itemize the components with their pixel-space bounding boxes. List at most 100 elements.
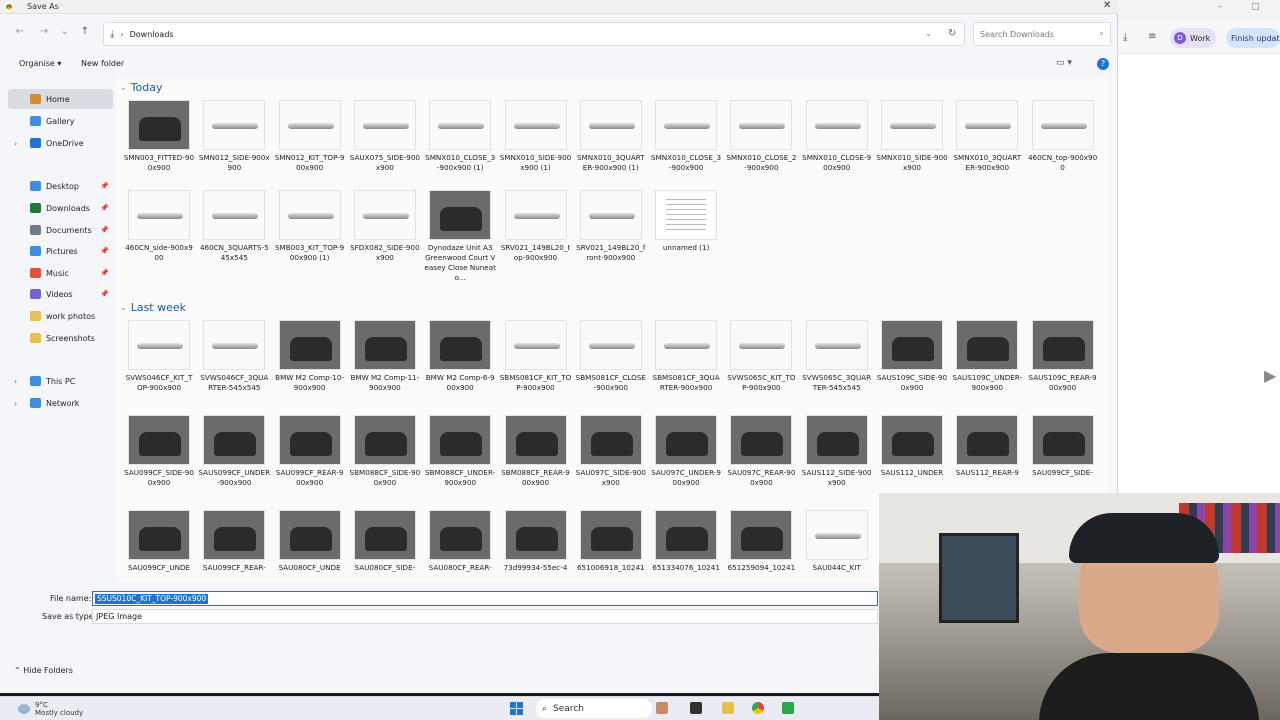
file-item[interactable]: SFDX082_SIDE-900x900 [349,190,421,263]
file-item[interactable]: SVWS046CF_KIT_TOP-900x900 [123,320,195,393]
hide-folders-button[interactable]: ⌃ Hide Folders [14,666,73,675]
sidebar-item-this-pc[interactable]: › This PC [0,371,114,391]
recent-dropdown-icon[interactable]: ⌄ [58,26,72,40]
group-header[interactable]: ⌄ Last week [120,301,186,314]
file-item[interactable]: SRV021_149BL20_top-900x900 [500,190,572,263]
weather-widget[interactable]: 9°C Mostly cloudy [18,701,83,717]
file-item[interactable]: SMNX010_3QUARTER-900x900 (1) [575,100,647,173]
file-item[interactable]: SMB003_KIT_TOP-900x900 (1) [274,190,346,263]
file-item[interactable]: SAU080CF_REAR- [424,510,496,573]
file-item[interactable]: SVWS046CF_3QUARTER-545x545 [198,320,270,393]
file-item[interactable]: SAUS109C_UNDER-900x900 [951,320,1023,393]
sidebar-item-home[interactable]: Home [8,89,113,109]
help-icon[interactable]: ? [1097,58,1109,70]
file-item[interactable]: SMNX010_CLOSE_3-900x900 (1) [424,100,496,173]
sidebar-item-gallery[interactable]: Gallery [0,111,114,131]
file-item[interactable]: SMN012_SIDE-900x900 [198,100,270,173]
file-item[interactable]: SMNX010_CLOSE_3-900x900 [650,100,722,173]
breadcrumb[interactable]: Downloads [130,30,174,39]
file-item[interactable]: SAU044C_KIT [801,510,873,573]
file-explorer-icon[interactable] [722,702,734,714]
close-icon[interactable]: ✕ [1103,0,1111,11]
file-item[interactable]: SAU097C_UNDER-900x900 [650,415,722,488]
file-item[interactable]: SMNX010_CLOSE_2-900x900 [725,100,797,173]
file-item[interactable]: SAUS112_SIDE-900x900 [801,415,873,488]
sidebar-item-work-photos[interactable]: work photos [0,306,114,326]
sidebar-item-onedrive[interactable]: › OneDrive [0,133,114,153]
up-arrow-icon[interactable]: ↑ [78,26,92,40]
file-item[interactable]: BMW M2 Comp-6-900x900 [424,320,496,393]
file-item[interactable]: 73d99934-55ec-4 [500,510,572,573]
sidebar-item-videos[interactable]: Videos 📌 [0,284,114,304]
chevron-right-icon[interactable]: › [120,30,123,39]
app-icon[interactable] [782,702,794,714]
forward-arrow-icon[interactable]: → [37,26,51,40]
file-item[interactable]: BMW M2 Comp-10-900x900 [274,320,346,393]
task-view-icon[interactable] [690,702,702,714]
file-item[interactable]: SMNX010_CLOSE-900x900 [801,100,873,173]
playlist-icon[interactable]: ≡ [1148,31,1156,42]
file-item[interactable]: SBMS081CF_KIT_TOP-900x900 [500,320,572,393]
file-item[interactable]: SBM088CF_SIDE-900x900 [349,415,421,488]
file-item[interactable]: SAU097C_SIDE-900x900 [575,415,647,488]
file-item[interactable]: 651259094_10241 [725,510,797,573]
file-item[interactable]: SBM088CF_UNDER-900x900 [424,415,496,488]
file-item[interactable]: SBM088CF_REAR-900x900 [500,415,572,488]
file-item[interactable]: SAUS112_REAR-9 [951,415,1023,478]
file-item[interactable]: SBMS081CF_CLOSE-900x900 [575,320,647,393]
file-item[interactable]: SVWS065C_3QUARTER-545x545 [801,320,873,393]
file-item[interactable]: SAUS112_UNDER [876,415,948,478]
minimize-icon[interactable]: – [1218,2,1223,12]
file-item[interactable]: SMNX010_3QUARTER-900x900 [951,100,1023,173]
back-arrow-icon[interactable]: ← [13,26,27,40]
chevron-down-icon[interactable]: ⌄ [925,29,932,38]
file-item[interactable]: 460CN_3QUARTS-545x545 [198,190,270,263]
file-item[interactable]: SAU080CF_UNDE [274,510,346,573]
file-item[interactable]: SAUS109C_REAR-900x900 [1027,320,1099,393]
chrome-icon[interactable] [752,702,764,714]
finish-update-button[interactable]: Finish update [1226,28,1280,48]
chevron-right-icon[interactable]: › [14,139,17,148]
file-item[interactable]: Dynodaze Unit A3 Greenwood Court Veasey … [424,190,496,283]
file-item[interactable]: SAU097C_REAR-900x900 [725,415,797,488]
group-header[interactable]: ⌄ Today [120,81,163,94]
file-item[interactable]: SAUS109C_SIDE-900x900 [876,320,948,393]
file-item[interactable]: SAU099CF_REAR- [198,510,270,573]
sidebar-item-network[interactable]: › Network [0,393,114,413]
file-item[interactable]: SMN003_FITTED-900x900 [123,100,195,173]
app-icon[interactable] [656,702,668,714]
file-item[interactable]: SAU099CF_SIDE-900x900 [123,415,195,488]
taskbar-search[interactable]: ⌕ Search [536,699,652,718]
chevron-right-icon[interactable]: ▶ [1264,366,1276,385]
sidebar-item-documents[interactable]: Documents 📌 [0,220,114,240]
file-item[interactable]: SMNX010_SIDE-900x900 [876,100,948,173]
chevron-right-icon[interactable]: › [14,399,17,408]
file-item[interactable]: SRV021_149BL20_front-900x900 [575,190,647,263]
sidebar-item-desktop[interactable]: Desktop 📌 [0,176,114,196]
file-item[interactable]: 460CN_top-900x900 [1027,100,1099,173]
file-item[interactable]: SMNX010_SIDE-900x900 (1) [500,100,572,173]
view-options-icon[interactable]: ▭ ▾ [1056,58,1072,68]
file-item[interactable]: SBMS081CF_3QUARTER-900x900 [650,320,722,393]
organise-button[interactable]: Organise ▾ [19,59,61,68]
save-type-select[interactable]: JPEG Image [92,609,878,624]
maximize-icon[interactable]: □ [1251,2,1260,12]
sidebar-item-pictures[interactable]: Pictures 📌 [0,241,114,261]
file-item[interactable]: SMN012_KIT_TOP-900x900 [274,100,346,173]
chevron-right-icon[interactable]: › [14,377,17,386]
file-item[interactable]: unnamed (1) [650,190,722,253]
start-icon[interactable] [510,702,523,715]
sidebar-item-screenshots[interactable]: Screenshots [0,328,114,348]
file-item[interactable]: 460CN_side-900x900 [123,190,195,263]
address-bar[interactable]: ⤓ › Downloads [103,22,965,46]
file-item[interactable]: SVWS065C_KIT_TOP-900x900 [725,320,797,393]
file-item[interactable]: SAUX075_SIDE-900x900 [349,100,421,173]
file-item[interactable]: SAU080CF_SIDE- [349,510,421,573]
file-item[interactable]: 651334076_10241 [650,510,722,573]
file-name-input[interactable]: SSUS010C_KIT_TOP-900x900 [92,591,878,606]
search-input[interactable]: Search Downloads ⌕ [973,22,1111,46]
file-item[interactable]: SAU099CF_SIDE- [1027,415,1099,478]
file-item[interactable]: BMW M2 Comp-11-900x900 [349,320,421,393]
sidebar-item-music[interactable]: Music 📌 [0,263,114,283]
download-icon[interactable]: ⤓ [1123,32,1127,43]
